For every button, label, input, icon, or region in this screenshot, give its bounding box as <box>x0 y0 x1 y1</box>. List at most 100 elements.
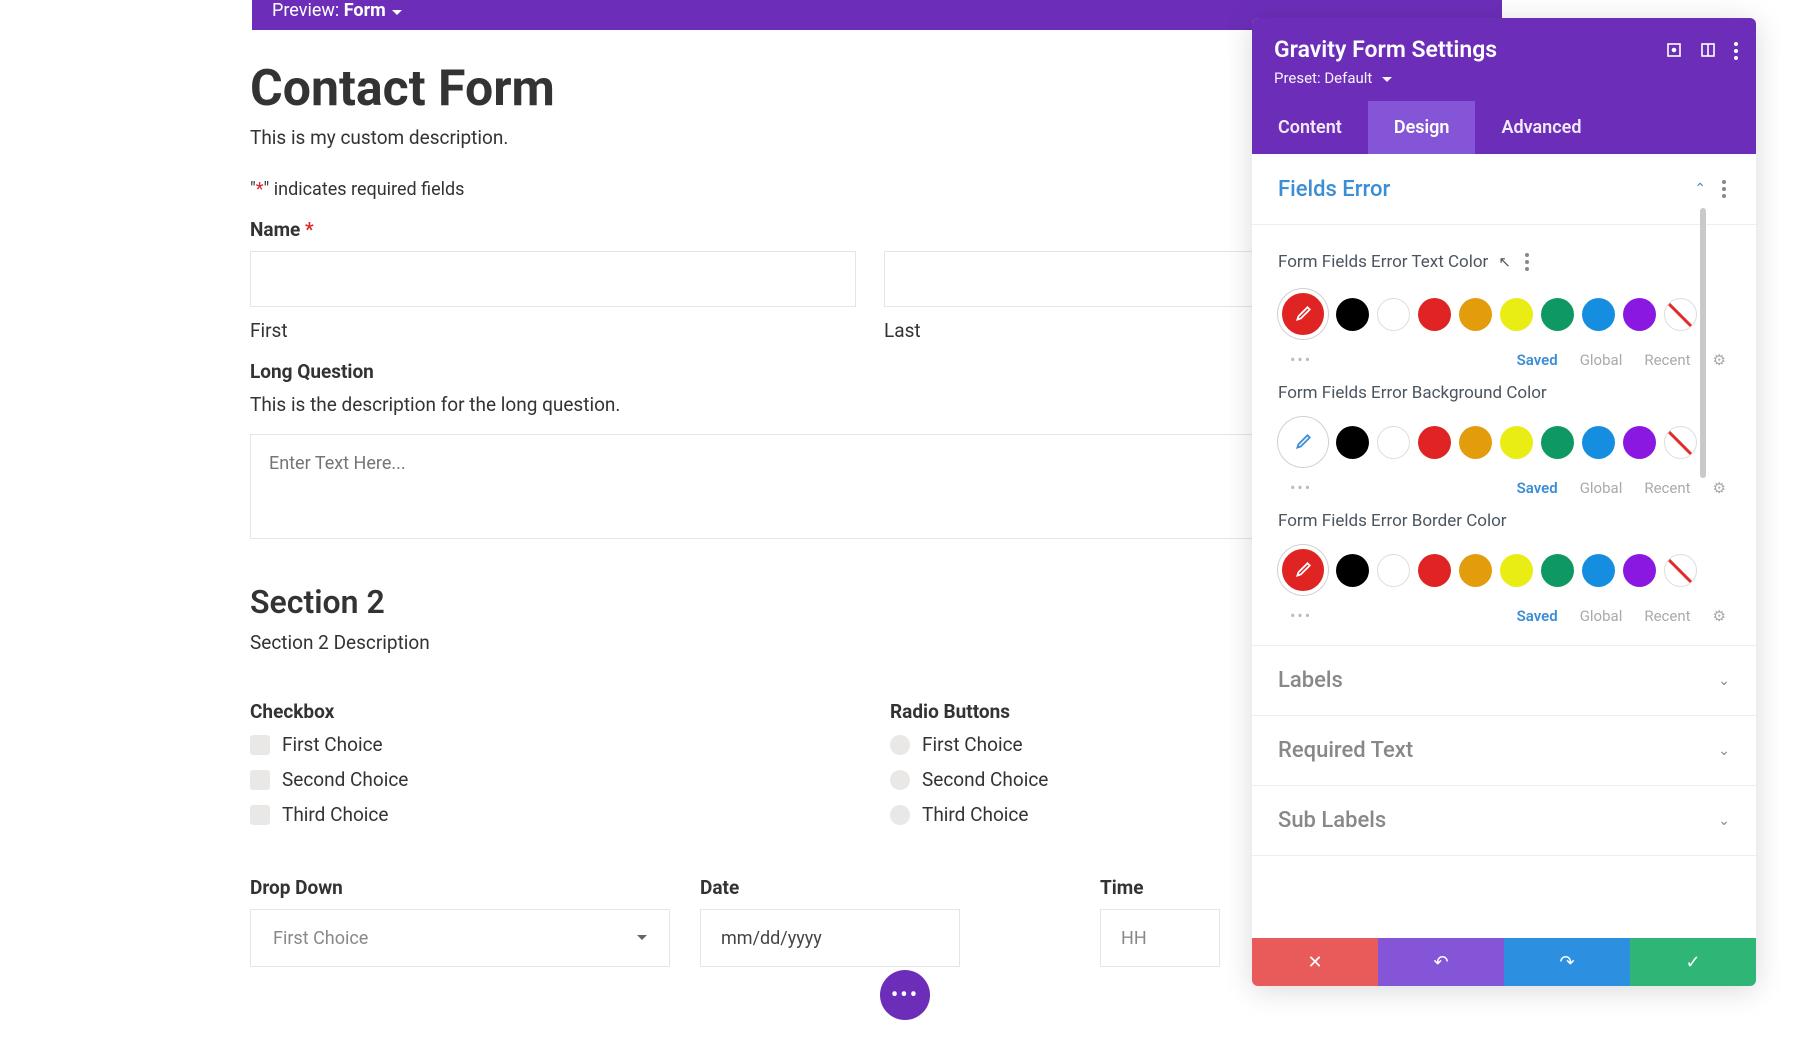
palette-tabs: Saved Global Recent ⚙ <box>1517 351 1730 369</box>
palette-recent[interactable]: Recent <box>1644 351 1690 369</box>
swatch-white[interactable] <box>1377 298 1410 331</box>
palette-global[interactable]: Global <box>1580 351 1623 369</box>
swatch-none[interactable] <box>1664 426 1697 459</box>
swatch-black[interactable] <box>1336 426 1369 459</box>
kebab-icon[interactable] <box>1718 176 1730 202</box>
swatch-red[interactable] <box>1418 554 1451 587</box>
swatch-yellow[interactable] <box>1500 426 1533 459</box>
dropdown-select[interactable]: First Choice <box>250 909 670 967</box>
palette-tabs: Saved Global Recent ⚙ <box>1517 479 1730 497</box>
swatch-black[interactable] <box>1336 298 1369 331</box>
swatch-green[interactable] <box>1541 554 1574 587</box>
time-input[interactable]: HH <box>1100 909 1220 967</box>
swatch-white[interactable] <box>1377 554 1410 587</box>
accordion-fields-error[interactable]: Fields Error ⌃ <box>1252 154 1756 225</box>
panel-tabs: Content Design Advanced <box>1252 101 1756 154</box>
gear-icon[interactable]: ⚙ <box>1713 479 1726 497</box>
checkbox-icon <box>250 735 270 755</box>
more-icon[interactable]: ••• <box>1278 350 1312 369</box>
gear-icon[interactable]: ⚙ <box>1713 607 1726 625</box>
more-icon[interactable]: ••• <box>1278 606 1312 625</box>
palette-recent[interactable]: Recent <box>1644 607 1690 625</box>
eyedropper-icon <box>1294 561 1312 579</box>
swatch-orange[interactable] <box>1459 298 1492 331</box>
radio-item[interactable]: Second Choice <box>890 768 1190 791</box>
first-name-input[interactable] <box>250 251 856 307</box>
swatch-red[interactable] <box>1418 426 1451 459</box>
swatch-blue[interactable] <box>1582 426 1615 459</box>
panel-title: Gravity Form Settings <box>1274 36 1734 63</box>
swatch-orange[interactable] <box>1459 426 1492 459</box>
close-button[interactable]: ✕ <box>1252 938 1378 986</box>
accordion-labels[interactable]: Labels ⌄ <box>1252 646 1756 716</box>
checkbox-item[interactable]: First Choice <box>250 733 550 756</box>
panel-body: Fields Error ⌃ Form Fields Error Text Co… <box>1252 154 1756 938</box>
redo-button[interactable]: ↷ <box>1504 938 1630 986</box>
radio-item[interactable]: First Choice <box>890 733 1190 756</box>
palette-tabs: Saved Global Recent ⚙ <box>1517 607 1730 625</box>
palette-global[interactable]: Global <box>1580 479 1623 497</box>
more-fab-button[interactable]: ••• <box>880 970 930 1020</box>
radio-icon <box>890 770 910 790</box>
swatch-none[interactable] <box>1664 554 1697 587</box>
preview-target[interactable]: Form <box>344 0 402 21</box>
checkbox-item[interactable]: Second Choice <box>250 768 550 791</box>
swatch-green[interactable] <box>1541 298 1574 331</box>
date-input[interactable]: mm/dd/yyyy <box>700 909 960 967</box>
tab-content[interactable]: Content <box>1252 101 1368 154</box>
panel-menu-icon[interactable] <box>1734 42 1738 60</box>
tab-advanced[interactable]: Advanced <box>1475 101 1607 154</box>
swatch-orange[interactable] <box>1459 554 1492 587</box>
swatch-blue[interactable] <box>1582 298 1615 331</box>
swatch-blue[interactable] <box>1582 554 1615 587</box>
checkbox-item[interactable]: Third Choice <box>250 803 550 826</box>
first-sublabel: First <box>250 319 856 342</box>
chevron-down-icon: ⌄ <box>1718 673 1730 689</box>
color-picker-button[interactable] <box>1278 417 1328 467</box>
swatch-purple[interactable] <box>1623 554 1656 587</box>
swatch-purple[interactable] <box>1623 426 1656 459</box>
accordion-required-text[interactable]: Required Text ⌄ <box>1252 716 1756 786</box>
radio-item[interactable]: Third Choice <box>890 803 1190 826</box>
field-error-bg-color-label: Form Fields Error Background Color <box>1278 383 1730 403</box>
expand-icon[interactable] <box>1666 42 1682 58</box>
palette-global[interactable]: Global <box>1580 607 1623 625</box>
color-picker-button[interactable] <box>1278 545 1328 595</box>
color-picker-button[interactable] <box>1278 289 1328 339</box>
radio-icon <box>890 735 910 755</box>
chevron-down-icon: ⌄ <box>1718 813 1730 829</box>
swatch-yellow[interactable] <box>1500 298 1533 331</box>
more-icon[interactable]: ••• <box>1278 478 1312 497</box>
palette-saved[interactable]: Saved <box>1517 607 1558 625</box>
kebab-icon[interactable] <box>1521 249 1533 275</box>
swatch-white[interactable] <box>1377 426 1410 459</box>
scrollbar[interactable] <box>1700 208 1706 478</box>
checkbox-label: Checkbox <box>250 700 550 723</box>
tab-design[interactable]: Design <box>1368 101 1476 154</box>
panel-header: Gravity Form Settings Preset: Default <box>1252 18 1756 101</box>
undo-button[interactable]: ↶ <box>1378 938 1504 986</box>
field-error-text-color-label: Form Fields Error Text Color ↖ <box>1278 249 1730 275</box>
swatch-red[interactable] <box>1418 298 1451 331</box>
columns-icon[interactable] <box>1700 42 1716 58</box>
palette-saved[interactable]: Saved <box>1517 351 1558 369</box>
gear-icon[interactable]: ⚙ <box>1713 351 1726 369</box>
save-button[interactable]: ✓ <box>1630 938 1756 986</box>
chevron-down-icon: ⌄ <box>1718 743 1730 759</box>
swatch-yellow[interactable] <box>1500 554 1533 587</box>
swatch-row-border-color <box>1278 545 1730 595</box>
palette-recent[interactable]: Recent <box>1644 479 1690 497</box>
swatch-black[interactable] <box>1336 554 1369 587</box>
accordion-sub-labels[interactable]: Sub Labels ⌄ <box>1252 786 1756 856</box>
panel-preset[interactable]: Preset: Default <box>1274 69 1734 87</box>
cursor-icon[interactable]: ↖ <box>1498 253 1511 271</box>
preview-label: Preview: <box>272 0 339 21</box>
swatch-none[interactable] <box>1664 298 1697 331</box>
panel-footer: ✕ ↶ ↷ ✓ <box>1252 938 1756 986</box>
palette-saved[interactable]: Saved <box>1517 479 1558 497</box>
swatch-green[interactable] <box>1541 426 1574 459</box>
settings-panel: Gravity Form Settings Preset: Default Co… <box>1252 18 1756 986</box>
field-error-border-color-label: Form Fields Error Border Color <box>1278 511 1730 531</box>
eyedropper-icon <box>1294 433 1312 451</box>
swatch-purple[interactable] <box>1623 298 1656 331</box>
